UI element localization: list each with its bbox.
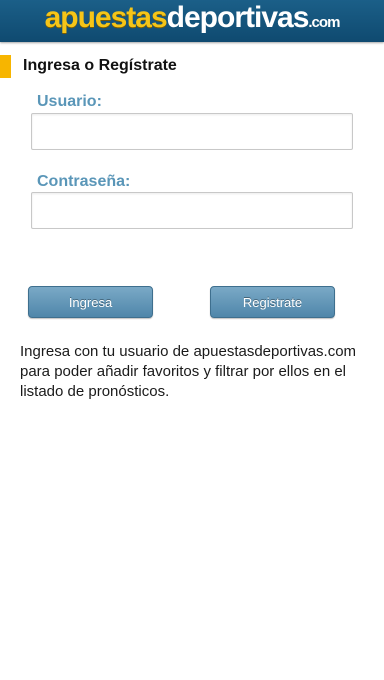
password-label: Contraseña: [37, 173, 131, 190]
login-button[interactable]: Ingresa [28, 286, 153, 318]
register-button[interactable]: Registrate [210, 286, 335, 318]
header-bar: apuestasdeportivas.com [0, 0, 384, 42]
section-title: Ingresa o Regístrate [23, 57, 177, 74]
username-field[interactable] [31, 113, 353, 150]
password-field[interactable] [31, 192, 353, 229]
section-accent-bar [0, 55, 11, 78]
site-logo[interactable]: apuestasdeportivas.com [0, 1, 384, 35]
logo-text-apuestas: apuestas [44, 1, 168, 34]
info-text: Ingresa con tu usuario de apuestasdeport… [20, 343, 357, 400]
logo-text-deportivas: deportivas [166, 1, 310, 34]
logo-text-com: .com [308, 14, 340, 31]
username-label: Usuario: [37, 93, 102, 110]
